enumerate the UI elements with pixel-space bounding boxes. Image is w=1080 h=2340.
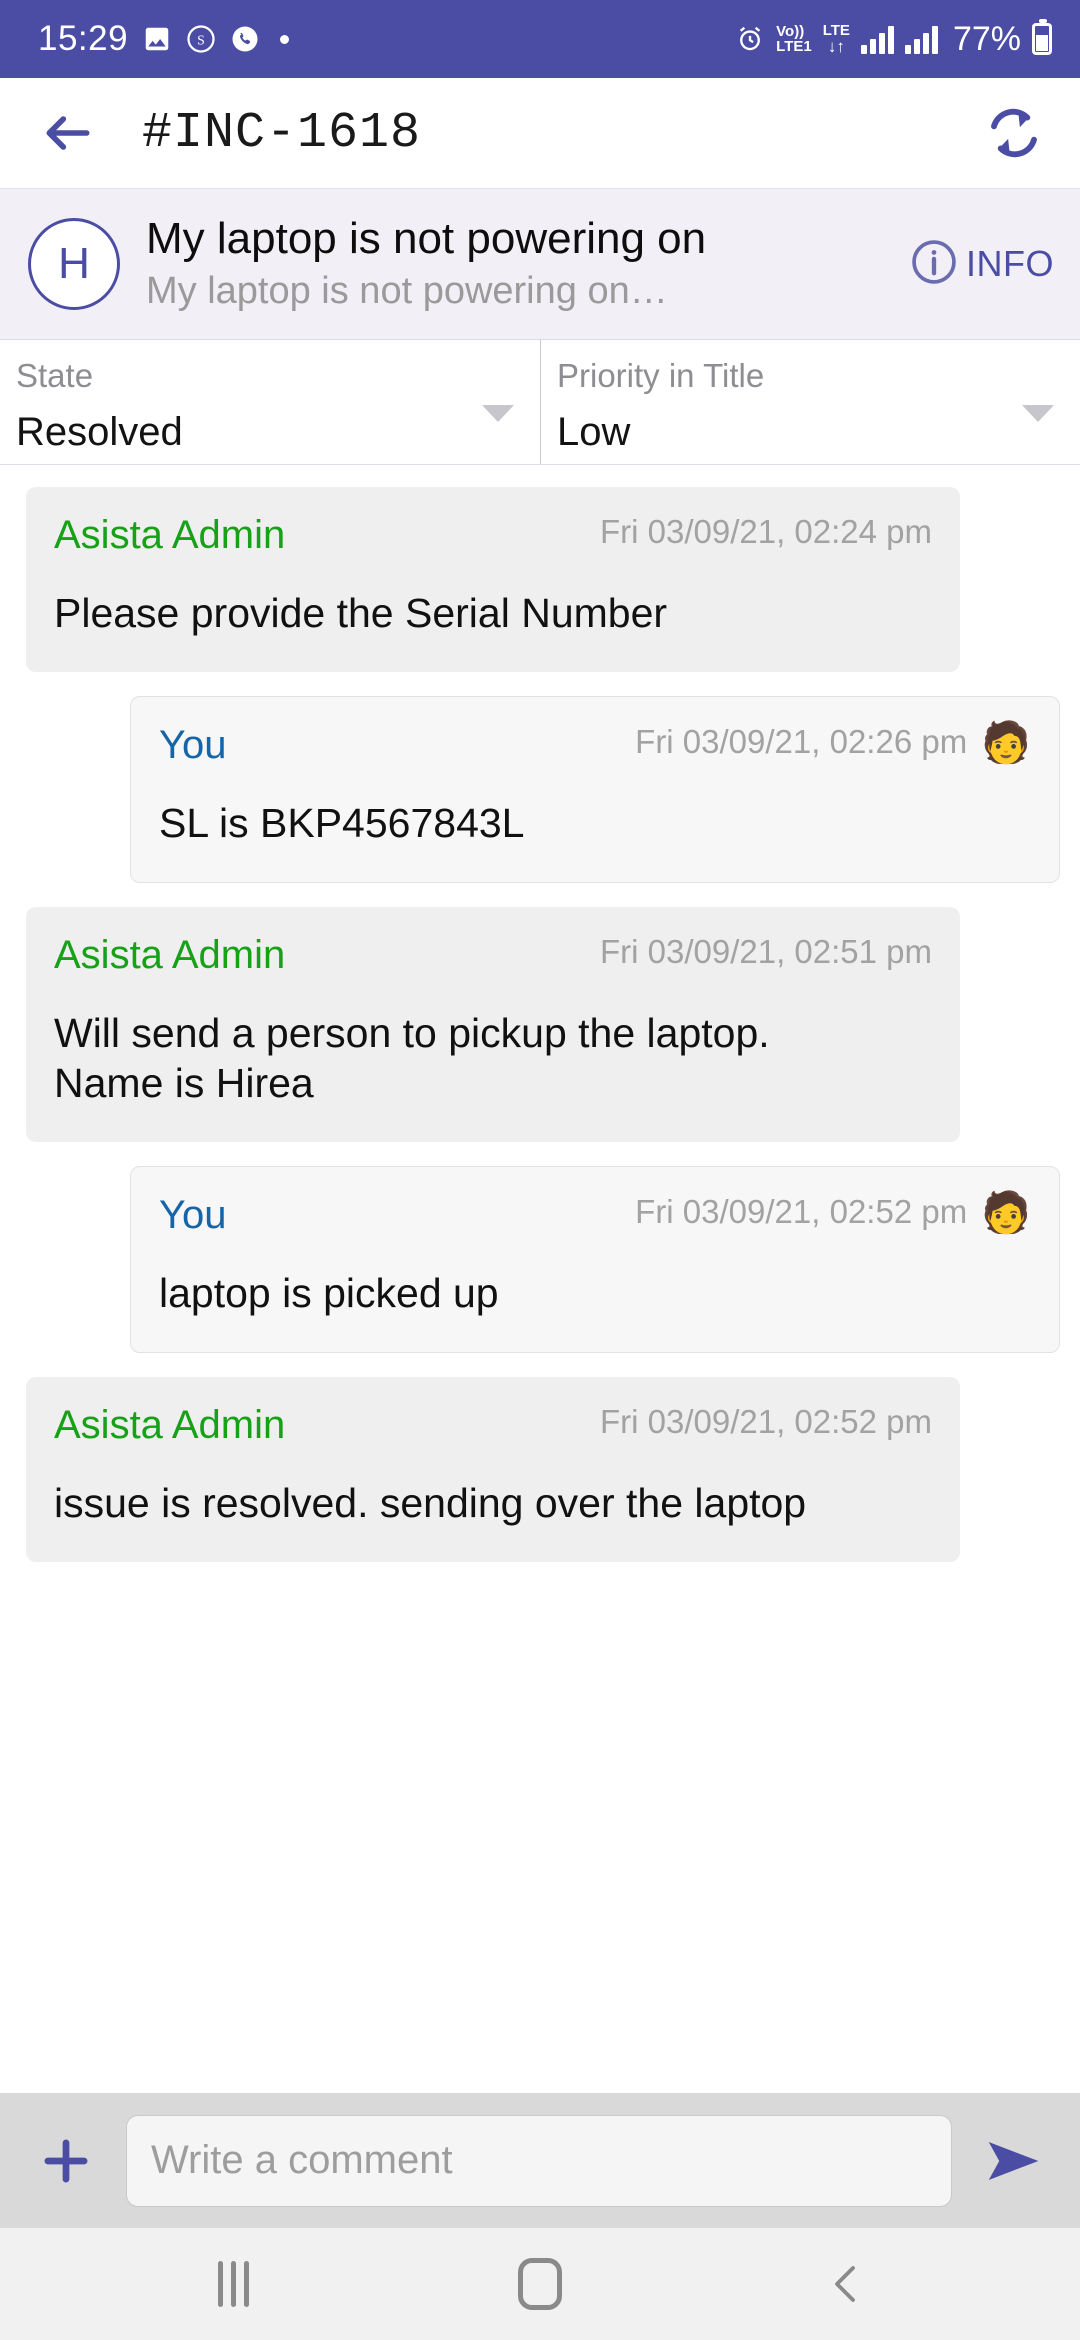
ticket-header[interactable]: H My laptop is not powering on My laptop… (0, 188, 1080, 341)
message-bubble[interactable]: You Fri 03/09/21, 02:52 pm 🧑 laptop is p… (130, 1165, 1060, 1353)
phone-screen: 15:29 S Vo)) LTE1 LTE ↓↑ 77% #INC-1618 H… (0, 0, 1080, 2340)
priority-dropdown-label: Priority in Title (557, 357, 765, 395)
status-bar-left: 15:29 S (38, 19, 290, 59)
message-header: Asista Admin Fri 03/09/21, 02:24 pm (54, 513, 932, 558)
ticket-subtitle: My laptop is not powering on… (146, 271, 668, 313)
priority-dropdown[interactable]: Priority in Title Low (540, 340, 1080, 464)
dot-indicator-icon (280, 34, 290, 44)
person-avatar-icon: 🧑 (981, 1190, 1031, 1235)
field-row: State Resolved Priority in Title Low (0, 340, 1080, 465)
message-text: SL is BKP4567843L (159, 799, 525, 846)
android-nav-bar (0, 2228, 1080, 2340)
state-dropdown-value: Resolved (16, 409, 183, 454)
message-bubble[interactable]: Asista Admin Fri 03/09/21, 02:51 pm Will… (26, 906, 960, 1142)
message-row: Asista Admin Fri 03/09/21, 02:24 pm Plea… (0, 486, 1080, 672)
message-text: Please provide the Serial Number (54, 589, 668, 636)
state-dropdown-label: State (16, 357, 94, 395)
lte-label: LTE (822, 22, 850, 39)
lte-icon: LTE ↓↑ (823, 23, 850, 55)
comment-thread[interactable]: Asista Admin Fri 03/09/21, 02:24 pm Plea… (0, 464, 1080, 2093)
volte-sub-label: LTE1 (776, 38, 812, 55)
skype-icon: S (186, 24, 216, 54)
battery-icon (1032, 19, 1052, 55)
message-row: You Fri 03/09/21, 02:52 pm 🧑 laptop is p… (0, 1165, 1080, 1353)
home-icon[interactable] (500, 2244, 580, 2324)
message-row: You Fri 03/09/21, 02:26 pm 🧑 SL is BKP45… (0, 695, 1080, 883)
signal-bars-sim2-icon (904, 24, 938, 54)
message-header: You Fri 03/09/21, 02:52 pm 🧑 (159, 1193, 1031, 1238)
message-row: Asista Admin Fri 03/09/21, 02:51 pm Will… (0, 906, 1080, 1142)
info-button[interactable]: INFO (908, 236, 1058, 293)
message-sender: Asista Admin (54, 1402, 286, 1447)
battery-percent-label: 77% (952, 19, 1021, 58)
message-sender: Asista Admin (54, 512, 286, 557)
signal-bars-sim1-icon (860, 24, 894, 54)
status-bar: 15:29 S Vo)) LTE1 LTE ↓↑ 77% (0, 0, 1080, 78)
app-bar: #INC-1618 (0, 78, 1080, 188)
message-timestamp: Fri 03/09/21, 02:26 pm (635, 722, 968, 760)
comment-input[interactable] (126, 2114, 952, 2207)
recents-icon[interactable] (193, 2244, 273, 2324)
ticket-title: My laptop is not powering on (146, 215, 707, 263)
phone-icon (230, 24, 260, 54)
message-text: laptop is picked up (159, 1269, 499, 1316)
chevron-down-icon (1022, 404, 1054, 422)
message-bubble[interactable]: Asista Admin Fri 03/09/21, 02:24 pm Plea… (26, 486, 960, 672)
message-timestamp: Fri 03/09/21, 02:52 pm (599, 1402, 932, 1440)
refresh-icon[interactable] (982, 101, 1046, 165)
message-sender: You (159, 722, 227, 767)
image-icon (142, 24, 172, 54)
state-dropdown[interactable]: State Resolved (0, 340, 540, 464)
svg-text:S: S (197, 33, 205, 48)
avatar: H (28, 218, 120, 311)
send-icon[interactable] (980, 2126, 1050, 2196)
page-title: #INC-1618 (142, 104, 422, 162)
message-row: Asista Admin Fri 03/09/21, 02:52 pm issu… (0, 1376, 1080, 1562)
person-avatar-icon: 🧑 (981, 720, 1031, 765)
message-timestamp: Fri 03/09/21, 02:24 pm (599, 512, 932, 550)
message-sender: Asista Admin (54, 932, 286, 977)
status-bar-right: Vo)) LTE1 LTE ↓↑ 77% (735, 19, 1052, 59)
ticket-text-block: My laptop is not powering on My laptop i… (146, 215, 908, 313)
volte-icon: Vo)) LTE1 (776, 24, 812, 54)
message-header: You Fri 03/09/21, 02:26 pm 🧑 (159, 723, 1031, 768)
info-button-label: INFO (966, 243, 1054, 285)
message-header: Asista Admin Fri 03/09/21, 02:51 pm (54, 933, 932, 978)
back-arrow-icon[interactable] (40, 105, 96, 161)
data-arrows-label: ↓↑ (827, 37, 845, 56)
info-circle-icon (908, 236, 960, 293)
plus-icon[interactable] (34, 2129, 98, 2193)
message-timestamp: Fri 03/09/21, 02:52 pm (635, 1192, 968, 1230)
message-text: issue is resolved. sending over the lapt… (54, 1479, 807, 1526)
priority-dropdown-value: Low (557, 409, 631, 454)
status-bar-clock: 15:29 (38, 19, 129, 58)
message-text: Will send a person to pickup the laptop.… (54, 1009, 770, 1106)
message-bubble[interactable]: You Fri 03/09/21, 02:26 pm 🧑 SL is BKP45… (130, 695, 1060, 883)
alarm-icon (735, 24, 765, 54)
message-sender: You (159, 1192, 227, 1237)
comment-composer (0, 2093, 1080, 2228)
message-header: Asista Admin Fri 03/09/21, 02:52 pm (54, 1403, 932, 1448)
volte-label: Vo)) (776, 23, 805, 40)
message-bubble[interactable]: Asista Admin Fri 03/09/21, 02:52 pm issu… (26, 1376, 960, 1562)
message-timestamp: Fri 03/09/21, 02:51 pm (599, 932, 932, 970)
back-chevron-icon[interactable] (807, 2244, 887, 2324)
chevron-down-icon (482, 404, 514, 422)
